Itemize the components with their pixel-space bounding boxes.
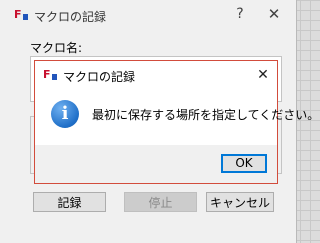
message-box: F マクロの記録 ✕ i 最初に保存する場所を指定してください。 OK [34,60,319,184]
dialog-close-button[interactable]: ✕ [265,5,283,23]
message-box-close-button[interactable]: ✕ [255,67,271,83]
dialog-titlebar: F マクロの記録 ? ✕ [0,0,296,30]
app-logo-icon: F [14,9,28,21]
information-icon: i [51,100,79,128]
dialog-title: マクロの記録 [34,10,107,24]
app-logo-icon: F [43,69,57,81]
record-button[interactable]: 記録 [33,192,106,212]
stop-button: 停止 [124,192,197,212]
message-box-body: i 最初に保存する場所を指定してください。 [35,89,319,145]
message-text: 最初に保存する場所を指定してください。 [92,108,320,122]
message-box-title: マクロの記録 [63,70,136,84]
ok-button[interactable]: OK [221,154,267,173]
help-button[interactable]: ? [233,6,247,22]
message-box-titlebar: F マクロの記録 ✕ [35,61,277,89]
macro-name-label: マクロ名: [30,41,83,55]
cancel-button[interactable]: キャンセル [206,192,274,212]
